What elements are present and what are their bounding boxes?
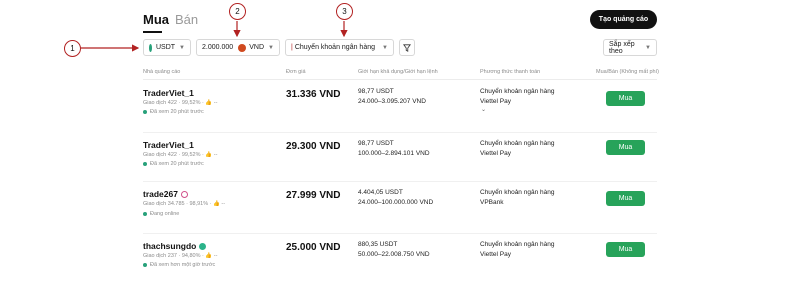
- callout-marker-1: 1: [64, 40, 81, 57]
- callout-marker-3: 3: [336, 3, 353, 20]
- callout-marker-2: 2: [229, 3, 246, 20]
- annotation-arrows: [81, 21, 348, 52]
